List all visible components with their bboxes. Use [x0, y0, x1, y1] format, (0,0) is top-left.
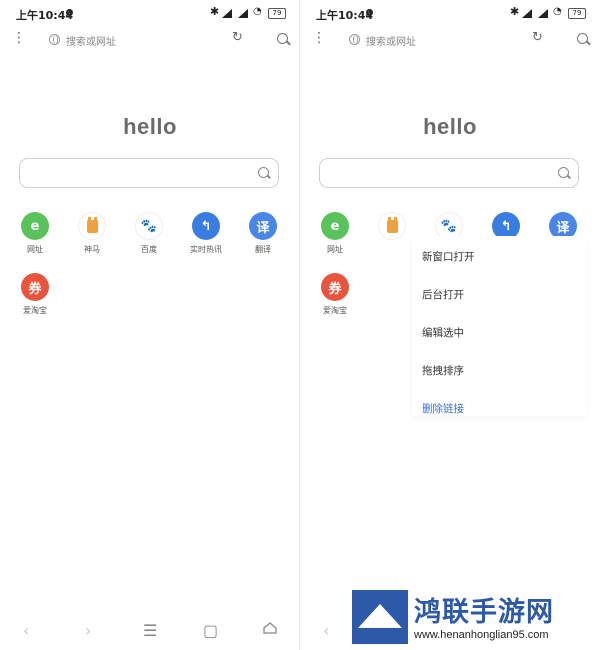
url-input[interactable]: 搜索或网址: [366, 33, 416, 48]
shortcut-label: 网址: [27, 245, 43, 254]
url-bar[interactable]: ⋮ 搜索或网址 ↻: [0, 26, 300, 54]
forward-icon[interactable]: ›: [85, 621, 91, 640]
shortcut-hotnews[interactable]: ↰ 实时热讯: [179, 212, 233, 255]
home-greeting: hello: [123, 114, 177, 139]
shortcut-translate[interactable]: 译 翻译: [236, 212, 290, 255]
back-icon[interactable]: ‹: [323, 621, 329, 640]
refresh-icon[interactable]: ↻: [232, 31, 244, 44]
menu-icon[interactable]: ⋮: [312, 31, 326, 45]
coupon-icon: 券: [21, 273, 49, 301]
url-bar[interactable]: ⋮ 搜索或网址 ↻: [300, 26, 600, 54]
shortcut-url[interactable]: e 网址: [8, 212, 62, 255]
tabs-icon[interactable]: ☰: [143, 621, 157, 640]
watermark-url: www.henanhonglian95.com: [414, 629, 549, 641]
status-bar: 上午10:44 ✱ ◔ 79: [0, 0, 300, 26]
menu-item-delete-link[interactable]: 删除链接: [422, 401, 464, 416]
battery-icon: 79: [568, 8, 586, 19]
menu-icon[interactable]: ⋮: [12, 31, 26, 45]
bottom-nav: ‹ › ☰ ▢: [0, 612, 300, 650]
shortcut-label: 网址: [327, 245, 343, 254]
watermark-logo: [352, 590, 408, 644]
bluetooth-icon: ✱: [210, 5, 220, 18]
shortcut-label: 百度: [141, 245, 157, 254]
hotnews-icon: ↰: [192, 212, 220, 240]
status-time: 上午10:44: [16, 9, 74, 22]
wifi-icon: ◔: [253, 6, 262, 17]
shortcut-label: 爱淘宝: [23, 306, 47, 315]
search-icon[interactable]: [277, 33, 288, 44]
shortcut-baidu[interactable]: 🐾 百度: [122, 212, 176, 255]
shortcut-add[interactable]: +: [65, 273, 119, 301]
battery-icon: 79: [268, 8, 286, 19]
globe-icon: [349, 34, 360, 45]
home-search-input[interactable]: [319, 158, 579, 188]
menu-item-edit-selected[interactable]: 编辑选中: [422, 325, 464, 340]
globe-icon: [49, 34, 60, 45]
shortcut-aitaobao[interactable]: 券 爱淘宝: [308, 273, 362, 316]
bluetooth-icon: ✱: [510, 5, 520, 18]
menu-item-drag-sort[interactable]: 拖拽排序: [422, 363, 464, 378]
signal-icon: [522, 9, 532, 18]
back-icon[interactable]: ‹: [23, 621, 29, 640]
shortcut-shenma[interactable]: [365, 212, 419, 240]
search-icon[interactable]: [577, 33, 588, 44]
shenma-icon: [378, 212, 406, 240]
browser-screen-right: 上午10:44 ✱ ◔ 79 ⋮ 搜索或网址 ↻ hello e 网址 🐾 ↰ …: [300, 0, 600, 650]
search-icon[interactable]: [558, 167, 569, 178]
status-time: 上午10:44: [316, 9, 374, 22]
url-input[interactable]: 搜索或网址: [66, 33, 116, 48]
menu-item-open-new-window[interactable]: 新窗口打开: [422, 249, 475, 264]
menu-item-open-background[interactable]: 后台打开: [422, 287, 464, 302]
watermark-title: 鸿联手游网: [414, 597, 554, 628]
shortcut-url[interactable]: e 网址: [308, 212, 362, 255]
add-icon: +: [78, 273, 106, 301]
baidu-paw-icon: 🐾: [135, 212, 163, 240]
coupon-icon: 券: [321, 273, 349, 301]
translate-icon: 译: [249, 212, 277, 240]
shortcut-shenma[interactable]: 神马: [65, 212, 119, 255]
wifi-icon: ◔: [553, 6, 562, 17]
context-menu: 新窗口打开 后台打开 编辑选中 拖拽排序 删除链接: [412, 236, 587, 416]
home-search-input[interactable]: [19, 158, 279, 188]
signal-icon: [538, 9, 548, 18]
home-greeting: hello: [423, 114, 477, 139]
dnd-icon: [66, 9, 73, 16]
home-icon[interactable]: [263, 622, 277, 634]
shortcut-aitaobao[interactable]: 券 爱淘宝: [8, 273, 62, 316]
shortcut-label: 实时热讯: [190, 245, 222, 254]
signal-icon: [238, 9, 248, 18]
windows-icon[interactable]: ▢: [203, 621, 218, 640]
search-icon[interactable]: [258, 167, 269, 178]
shortcut-label: 翻译: [255, 245, 271, 254]
signal-icon: [222, 9, 232, 18]
browser-screen-left: 上午10:44 ✱ ◔ 79 ⋮ 搜索或网址 ↻ hello e 网址 神马 🐾…: [0, 0, 300, 650]
url-site-icon: e: [321, 212, 349, 240]
refresh-icon[interactable]: ↻: [532, 31, 544, 44]
status-bar: 上午10:44 ✱ ◔ 79: [300, 0, 600, 26]
dnd-icon: [366, 9, 373, 16]
shortcut-label: 爱淘宝: [323, 306, 347, 315]
url-site-icon: e: [21, 212, 49, 240]
shenma-icon: [78, 212, 106, 240]
shortcut-label: 神马: [84, 245, 100, 254]
